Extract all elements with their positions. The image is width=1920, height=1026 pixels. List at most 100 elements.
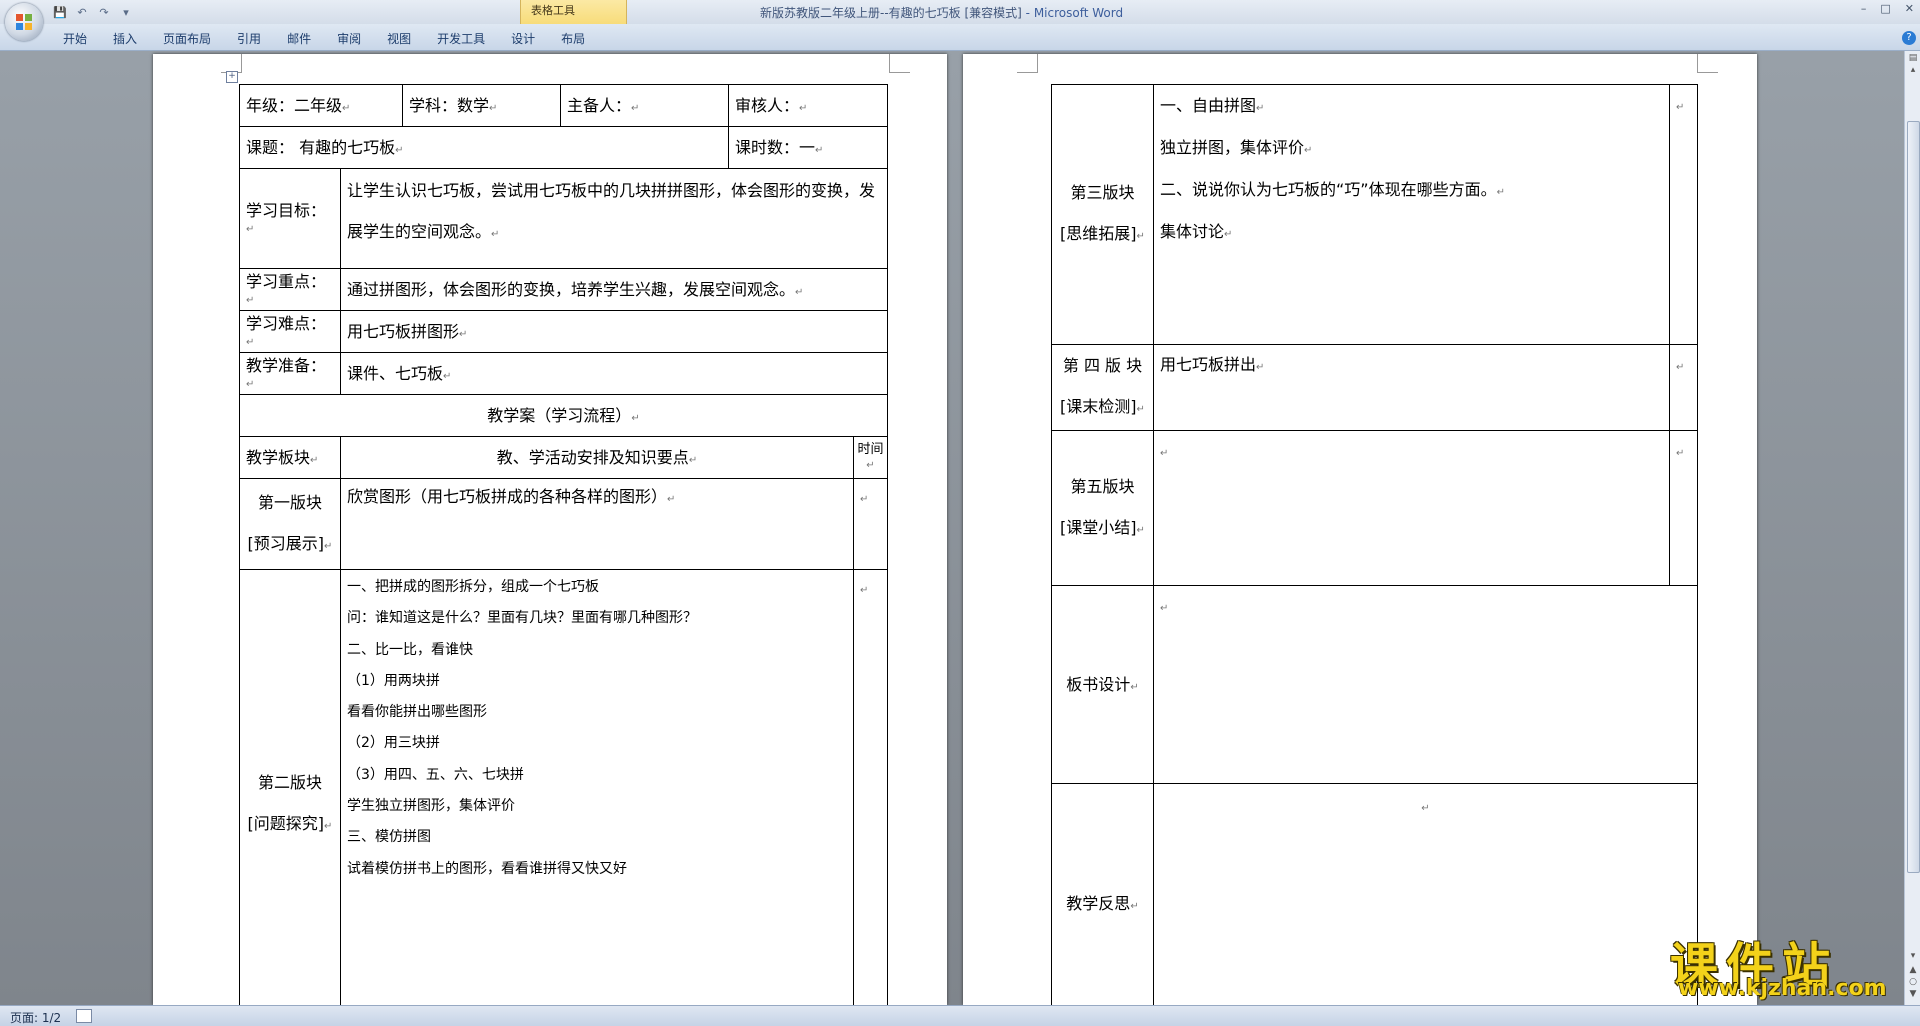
module1-text-cell[interactable]: 欣赏图形（用七巧板拼成的各种各样的图形）↵ bbox=[340, 478, 854, 570]
board-label-cell[interactable]: 板书设计↵ bbox=[1051, 585, 1154, 784]
tab-page-layout[interactable]: 页面布局 bbox=[150, 30, 224, 47]
tab-view[interactable]: 视图 bbox=[374, 30, 424, 47]
ribbon-tab-bar: 开始 插入 页面布局 引用 邮件 审阅 视图 开发工具 设计 布局 bbox=[0, 24, 1920, 51]
reviewer-cell[interactable]: 审核人：↵ bbox=[728, 84, 888, 127]
select-browse-object-icon[interactable]: ○ bbox=[1908, 977, 1918, 987]
tab-mailings[interactable]: 邮件 bbox=[274, 30, 324, 47]
next-page-icon[interactable]: ▼ bbox=[1908, 989, 1918, 999]
reviewer-text: 审核人： bbox=[735, 95, 800, 115]
close-icon[interactable]: ✕ bbox=[1905, 2, 1914, 15]
minimize-icon[interactable]: – bbox=[1861, 2, 1867, 15]
module3-name-cell[interactable]: 第三版块 [思维拓展]↵ bbox=[1051, 84, 1154, 345]
module1-time-cell[interactable]: ↵ bbox=[853, 478, 888, 570]
module2-text-cell[interactable]: 一、把拼成的图形拆分，组成一个七巧板 问：谁知道这是什么？里面有几块？里面有哪几… bbox=[340, 569, 854, 1005]
board-label: 板书设计 bbox=[1066, 674, 1131, 694]
redo-icon[interactable]: ↷ bbox=[96, 6, 112, 19]
maximize-icon[interactable]: □ bbox=[1880, 2, 1890, 15]
key-label: 学习重点： bbox=[246, 271, 327, 291]
difficulty-text: 用七巧板拼图形 bbox=[347, 321, 460, 341]
prep-text-cell[interactable]: 课件、七巧板↵ bbox=[340, 352, 888, 395]
module2-name-cell[interactable]: 第二版块 [问题探究]↵ bbox=[239, 569, 341, 1005]
table-move-handle-icon[interactable]: + bbox=[226, 71, 238, 83]
tab-home[interactable]: 开始 bbox=[50, 30, 100, 47]
tab-insert[interactable]: 插入 bbox=[100, 30, 150, 47]
module3-name: 第三版块 bbox=[1070, 183, 1135, 202]
undo-icon[interactable]: ↶ bbox=[74, 6, 90, 19]
preparer-cell[interactable]: 主备人：↵ bbox=[560, 84, 729, 127]
document-page-2: 第三版块 [思维拓展] ↵ 一、自由拼图↵ 独立拼图，集体评价↵ 二、说说你认为七巧… bbox=[963, 54, 1757, 1005]
goal-text-cell[interactable]: 让学生认识七巧板，尝试用七巧板中的几块拼拼图形，体会图形的变换，发展学生的空间观… bbox=[340, 168, 888, 269]
key-label-cell[interactable]: 学习重点：↵ bbox=[239, 268, 341, 311]
quick-access-toolbar: 💾 ↶ ↷ ▾ bbox=[52, 4, 134, 20]
tab-table-layout[interactable]: 布局 bbox=[548, 30, 598, 47]
module1-name-cell[interactable]: 第一版块 [预习展示]↵ bbox=[239, 478, 341, 570]
module3-time-cell[interactable]: ↵ bbox=[1669, 84, 1698, 345]
context-group-label: 表格工具 bbox=[531, 4, 575, 17]
scroll-down-icon[interactable]: ▾ bbox=[1908, 951, 1918, 961]
col-module-text: 教学板块 bbox=[246, 447, 311, 467]
module3-text-cell[interactable]: 一、自由拼图↵ 独立拼图，集体评价↵ 二、说说你认为七巧板的“巧”体现在哪些方面… bbox=[1153, 84, 1670, 345]
ruler-toggle-icon[interactable]: ▤ bbox=[1908, 53, 1918, 63]
module3-line: 集体讨论↵ bbox=[1160, 222, 1233, 241]
module4-time-cell[interactable]: ↵ bbox=[1669, 344, 1698, 431]
module2-time-cell[interactable]: ↵ bbox=[853, 569, 888, 1005]
module4-name-cell[interactable]: 第 四 版 块 [课末检测]↵ bbox=[1051, 344, 1154, 431]
save-icon[interactable]: 💾 bbox=[52, 6, 68, 19]
proofing-status-icon[interactable] bbox=[76, 1009, 92, 1023]
module5-name-cell[interactable]: 第五版块 [课堂小结]↵ bbox=[1051, 430, 1154, 586]
prep-label: 教学准备： bbox=[246, 355, 327, 375]
office-button[interactable] bbox=[5, 3, 43, 41]
module1-sub: [预习展示] bbox=[247, 533, 325, 553]
goal-label-cell[interactable]: 学习目标：↵ bbox=[239, 168, 341, 269]
module5-text-cell[interactable]: ↵ bbox=[1153, 430, 1670, 586]
module4-text-cell[interactable]: 用七巧板拼出↵ bbox=[1153, 344, 1670, 431]
module2-line: 一、把拼成的图形拆分，组成一个七巧板 bbox=[347, 579, 599, 595]
difficulty-text-cell[interactable]: 用七巧板拼图形↵ bbox=[340, 310, 888, 353]
prep-text: 课件、七巧板 bbox=[347, 363, 444, 383]
scroll-thumb[interactable] bbox=[1907, 121, 1920, 873]
tab-developer[interactable]: 开发工具 bbox=[424, 30, 498, 47]
module5-time-cell[interactable]: ↵ bbox=[1669, 430, 1698, 586]
customize-qat-icon[interactable]: ▾ bbox=[118, 6, 134, 19]
title-bar: 💾 ↶ ↷ ▾ 表格工具 新版苏教版二年级上册--有趣的七巧板 [兼容模式] -… bbox=[0, 0, 1920, 24]
flow-title-cell[interactable]: 教学案（学习流程）↵ bbox=[239, 394, 888, 437]
module2-line: （3）用四、五、六、七块拼 bbox=[347, 766, 524, 783]
vertical-scrollbar[interactable]: ▤ ▴ ▾ ▲ ○ ▼ bbox=[1904, 51, 1920, 1005]
goal-text: 让学生认识七巧板，尝试用七巧板中的几块拼拼图形，体会图形的变换，发展学生的空间观… bbox=[347, 181, 876, 241]
col-activity-header[interactable]: 教、学活动安排及知识要点↵ bbox=[340, 436, 854, 479]
col-time-text: 时间 bbox=[857, 442, 884, 458]
tab-review[interactable]: 审阅 bbox=[324, 30, 374, 47]
reflection-label-cell[interactable]: 教学反思↵ bbox=[1051, 783, 1154, 1005]
module2-line: 问：谁知道这是什么？里面有几块？里面有哪几种图形？ bbox=[347, 610, 697, 627]
module4-sub: [课末检测] bbox=[1060, 397, 1137, 416]
board-content-cell[interactable]: ↵ bbox=[1153, 585, 1698, 784]
col-time-header[interactable]: 时间↵ bbox=[853, 436, 888, 479]
tab-references[interactable]: 引用 bbox=[224, 30, 274, 47]
tab-table-design[interactable]: 设计 bbox=[498, 30, 548, 47]
module2-line: 学生独立拼图形，集体评价 bbox=[347, 798, 515, 815]
subject-text: 学科：数学 bbox=[409, 95, 490, 115]
page-count-status[interactable]: 页面: 1/2 bbox=[10, 1009, 61, 1026]
flow-title: 教学案（学习流程） bbox=[487, 405, 632, 425]
difficulty-label-cell[interactable]: 学习难点：↵ bbox=[239, 310, 341, 353]
scroll-up-icon[interactable]: ▴ bbox=[1908, 65, 1918, 75]
topic-cell[interactable]: 课题： 有趣的七巧板↵ bbox=[239, 126, 729, 169]
module5-name: 第五版块 bbox=[1070, 476, 1135, 496]
grade-cell[interactable]: 年级：二年级↵ bbox=[239, 84, 403, 127]
module5-sub: [课堂小结] bbox=[1060, 517, 1137, 537]
document-page-1: 年级：二年级↵ 学科：数学↵ 主备人：↵ 审核人：↵ 课题： 有趣的七巧板↵ 课… bbox=[153, 54, 947, 1005]
reflection-label: 教学反思 bbox=[1066, 893, 1131, 913]
crop-mark bbox=[1017, 54, 1038, 73]
hours-cell[interactable]: 课时数：一↵ bbox=[728, 126, 888, 169]
key-text: 通过拼图形，体会图形的变换，培养学生兴趣，发展空间观念。 bbox=[347, 279, 796, 299]
help-icon[interactable]: ? bbox=[1902, 31, 1916, 45]
previous-page-icon[interactable]: ▲ bbox=[1908, 965, 1918, 975]
document-title: 新版苏教版二年级上册--有趣的七巧板 [兼容模式] bbox=[760, 6, 1022, 20]
col-module-header[interactable]: 教学板块↵ bbox=[239, 436, 341, 479]
site-watermark: 课件站 www.kjzhan.com bbox=[1670, 926, 1905, 1006]
subject-cell[interactable]: 学科：数学↵ bbox=[402, 84, 561, 127]
prep-label-cell[interactable]: 教学准备：↵ bbox=[239, 352, 341, 395]
reflection-content-cell[interactable]: ↵ bbox=[1153, 783, 1698, 1005]
window-controls: – □ ✕ bbox=[1861, 2, 1914, 15]
key-text-cell[interactable]: 通过拼图形，体会图形的变换，培养学生兴趣，发展空间观念。↵ bbox=[340, 268, 888, 311]
